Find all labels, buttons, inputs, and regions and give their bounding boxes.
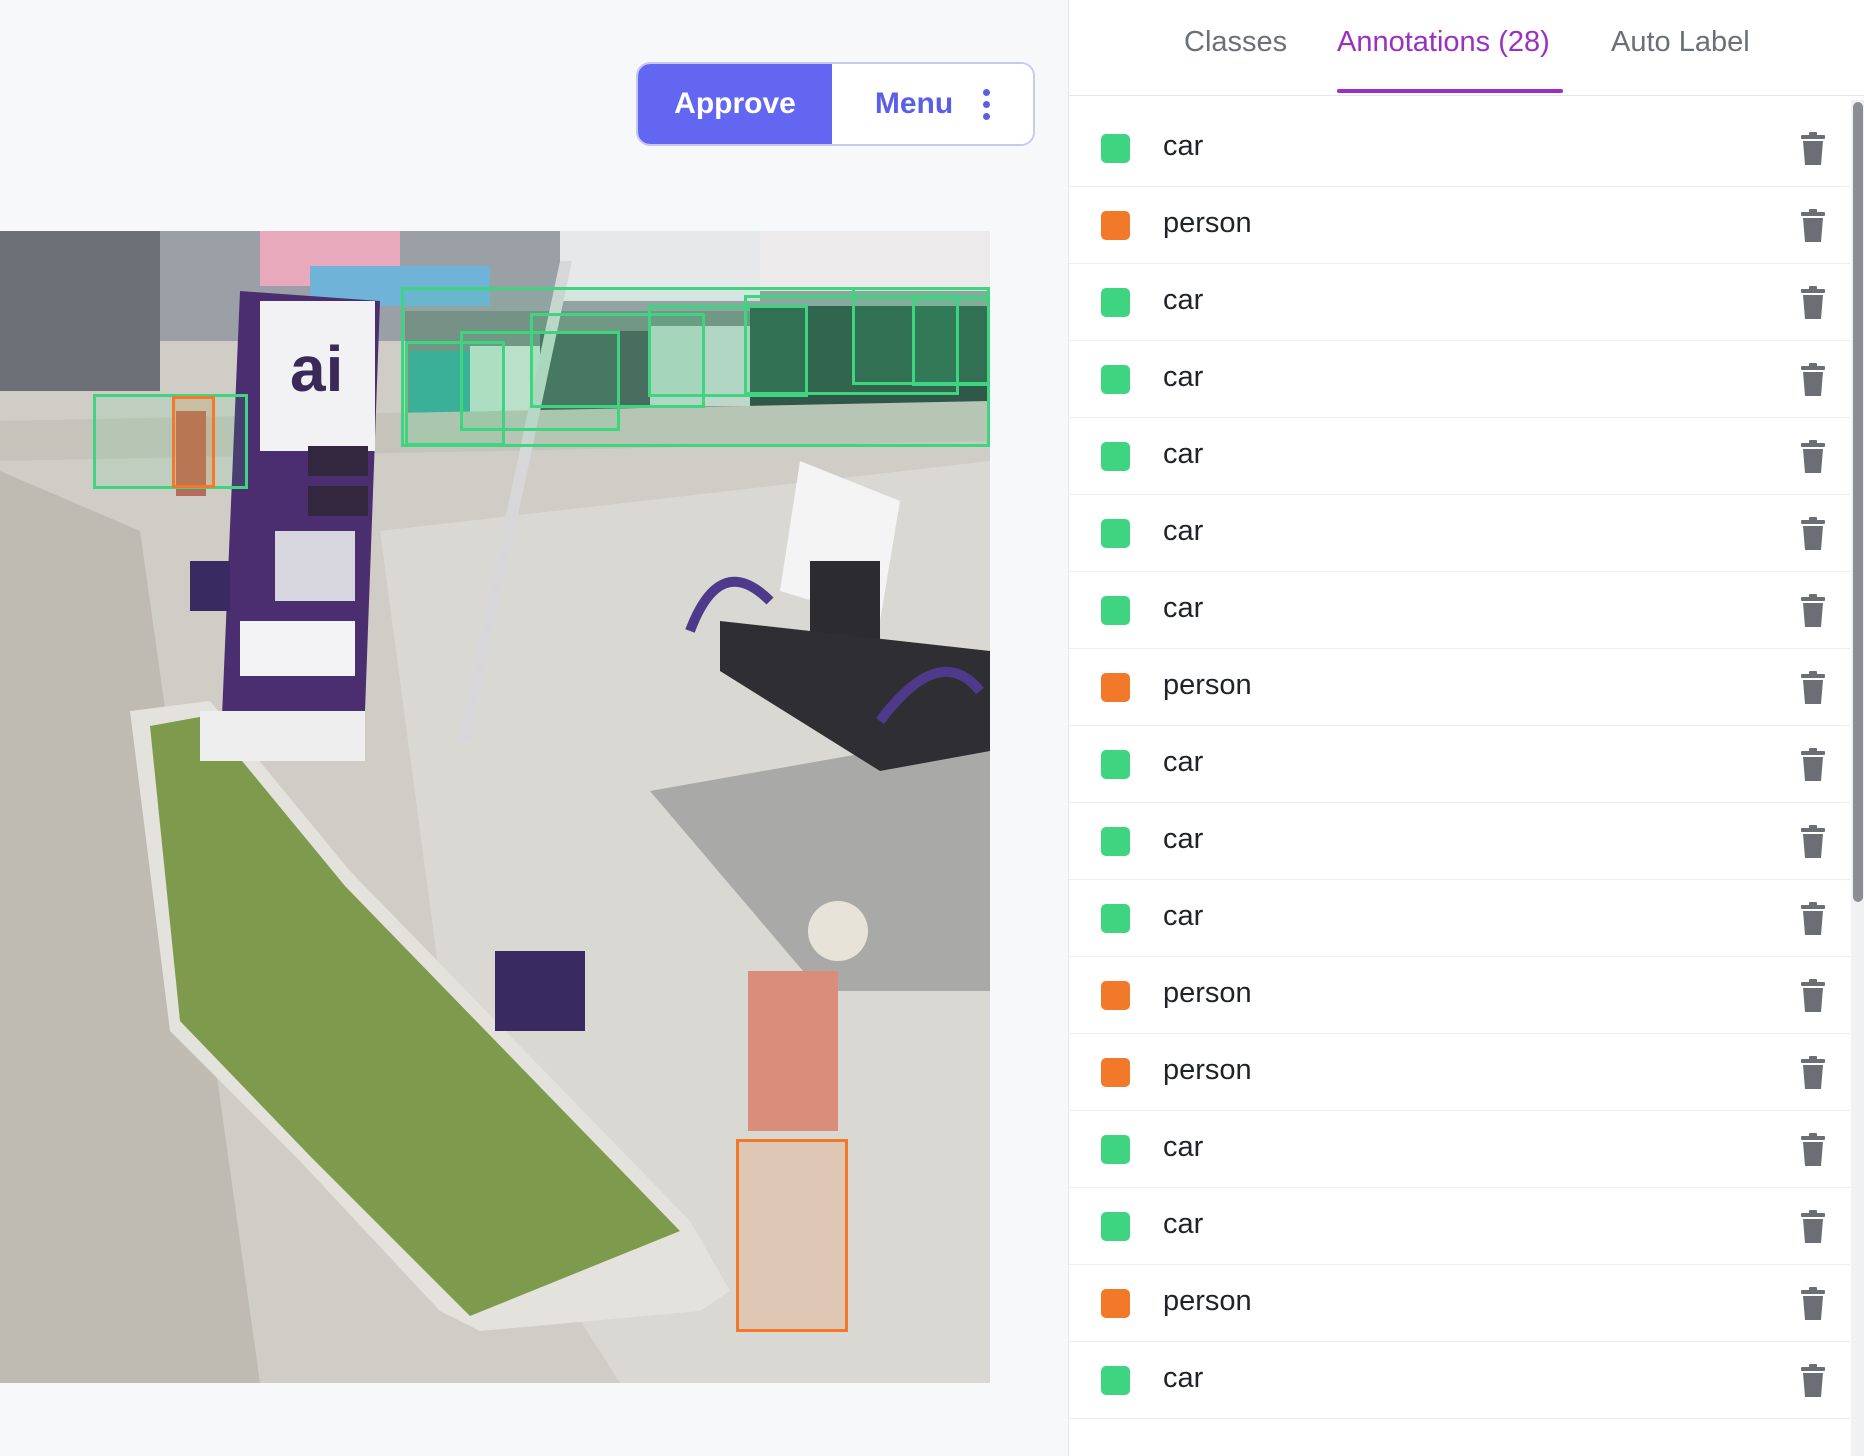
trash-icon[interactable] (1799, 902, 1827, 936)
annotation-label: car (1163, 823, 1204, 855)
annotation-label: person (1163, 1285, 1252, 1317)
trash-icon[interactable] (1799, 1210, 1827, 1244)
car-color-swatch (1101, 134, 1130, 163)
annotation-label: car (1163, 900, 1204, 932)
right-panel: Classes Annotations (28) Auto Label car p… (1068, 0, 1864, 1456)
annotation-row[interactable]: car (1069, 1188, 1850, 1265)
panel-scrollbar[interactable] (1851, 100, 1864, 1456)
annotation-row[interactable]: person (1069, 1034, 1850, 1111)
tab-classes[interactable]: Classes (1184, 26, 1287, 59)
annotation-row[interactable]: car (1069, 572, 1850, 649)
person-bbox[interactable] (736, 1139, 848, 1332)
annotation-label: car (1163, 1131, 1204, 1163)
trash-icon[interactable] (1799, 286, 1827, 320)
trash-icon[interactable] (1799, 594, 1827, 628)
menu-button-label: Menu (874, 87, 954, 120)
tab-annotations[interactable]: Annotations (28) (1337, 26, 1550, 59)
trash-icon[interactable] (1799, 1364, 1827, 1398)
annotation-app: Approve Menu ai Classes Annotations (28)… (0, 0, 1864, 1456)
annotation-row[interactable]: person (1069, 1265, 1850, 1342)
annotation-row[interactable]: car (1069, 418, 1850, 495)
annotation-label: car (1163, 361, 1204, 393)
annotation-label: car (1163, 592, 1204, 624)
trash-icon[interactable] (1799, 517, 1827, 551)
person-bbox[interactable] (172, 396, 215, 488)
trash-icon[interactable] (1799, 979, 1827, 1013)
car-color-swatch (1101, 1135, 1130, 1164)
car-color-swatch (1101, 365, 1130, 394)
car-color-swatch (1101, 750, 1130, 779)
car-color-swatch (1101, 288, 1130, 317)
tab-auto-label[interactable]: Auto Label (1611, 26, 1750, 59)
trash-icon[interactable] (1799, 671, 1827, 705)
car-color-swatch (1101, 442, 1130, 471)
svg-text:ai: ai (290, 333, 343, 405)
car-bbox[interactable] (912, 296, 990, 386)
trash-icon[interactable] (1799, 748, 1827, 782)
kebab-icon (983, 88, 991, 120)
car-color-swatch (1101, 596, 1130, 625)
annotation-label: person (1163, 1054, 1252, 1086)
menu-button[interactable]: Menu (832, 64, 1033, 144)
approve-button[interactable]: Approve (638, 64, 832, 144)
annotation-row[interactable]: person (1069, 649, 1850, 726)
active-tab-indicator (1337, 89, 1563, 93)
annotation-row[interactable]: person (1069, 187, 1850, 264)
car-color-swatch (1101, 904, 1130, 933)
trash-icon[interactable] (1799, 1133, 1827, 1167)
annotation-row[interactable]: car (1069, 341, 1850, 418)
annotation-label: person (1163, 669, 1252, 701)
annotation-label: car (1163, 284, 1204, 316)
annotation-row[interactable]: car (1069, 264, 1850, 341)
trash-icon[interactable] (1799, 209, 1827, 243)
annotation-label: car (1163, 1362, 1204, 1394)
panel-tabs: Classes Annotations (28) Auto Label (1069, 0, 1864, 96)
person-color-swatch (1101, 981, 1130, 1010)
car-bbox[interactable] (93, 394, 248, 489)
approve-button-label: Approve (674, 87, 796, 120)
annotation-label: car (1163, 746, 1204, 778)
car-color-swatch (1101, 827, 1130, 856)
person-color-swatch (1101, 1289, 1130, 1318)
annotation-row[interactable]: car (1069, 880, 1850, 957)
person-color-swatch (1101, 211, 1130, 240)
annotation-label: car (1163, 130, 1204, 162)
person-color-swatch (1101, 1058, 1130, 1087)
image-canvas[interactable]: ai (0, 231, 990, 1383)
trash-icon[interactable] (1799, 132, 1827, 166)
annotation-row[interactable]: person (1069, 957, 1850, 1034)
annotation-row[interactable]: car (1069, 495, 1850, 572)
car-color-swatch (1101, 519, 1130, 548)
car-color-swatch (1101, 1366, 1130, 1395)
trash-icon[interactable] (1799, 1056, 1827, 1090)
trash-icon[interactable] (1799, 825, 1827, 859)
trash-icon[interactable] (1799, 440, 1827, 474)
annotation-row[interactable]: car (1069, 1111, 1850, 1188)
annotation-label: car (1163, 1208, 1204, 1240)
scrollbar-thumb[interactable] (1853, 102, 1863, 902)
review-toolbar: Approve Menu (636, 62, 1035, 146)
annotation-row[interactable]: car (1069, 726, 1850, 803)
annotation-label: person (1163, 207, 1252, 239)
annotation-label: person (1163, 977, 1252, 1009)
annotation-label: car (1163, 438, 1204, 470)
annotation-row[interactable]: car (1069, 110, 1850, 187)
annotation-row[interactable]: car (1069, 1342, 1850, 1419)
annotation-row[interactable]: car (1069, 803, 1850, 880)
annotation-label: car (1163, 515, 1204, 547)
person-color-swatch (1101, 673, 1130, 702)
trash-icon[interactable] (1799, 363, 1827, 397)
trash-icon[interactable] (1799, 1287, 1827, 1321)
car-color-swatch (1101, 1212, 1130, 1241)
annotation-list: car person car car car car car person car car car p… (1069, 110, 1850, 1419)
